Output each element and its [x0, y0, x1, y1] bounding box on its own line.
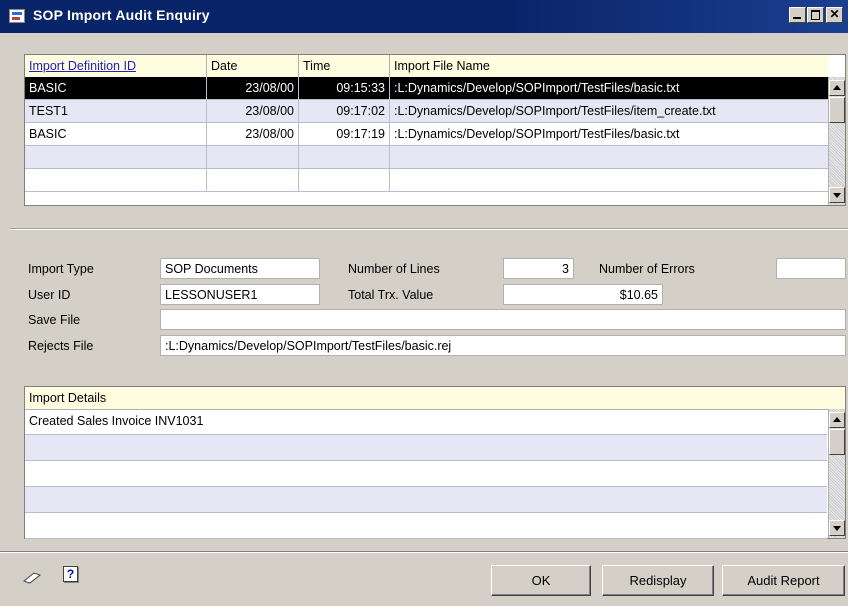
cell-file: :L:Dynamics/Develop/SOPImport/TestFiles/… — [394, 81, 680, 95]
number-of-errors-label: Number of Errors — [599, 262, 695, 276]
table-row[interactable]: TEST1 23/08/00 09:17:02 :L:Dynamics/Develop… — [25, 100, 829, 123]
table-row[interactable] — [25, 146, 829, 169]
ok-button[interactable]: OK — [491, 565, 591, 596]
user-id-label: User ID — [28, 288, 71, 302]
section-divider — [10, 228, 848, 230]
cell-id: BASIC — [25, 77, 207, 99]
list-item[interactable]: Created Sales Invoice INV1031 — [25, 409, 827, 435]
table-row[interactable] — [25, 169, 829, 192]
import-details-scrollbar[interactable] — [828, 409, 845, 538]
details-scroll-thumb[interactable] — [829, 429, 845, 455]
number-of-errors-field — [776, 258, 846, 279]
window-app-icon — [9, 9, 25, 23]
import-type-field: SOP Documents — [160, 258, 320, 279]
import-type-label: Import Type — [28, 262, 94, 276]
title-bar[interactable]: SOP Import Audit Enquiry ✕ — [0, 0, 848, 33]
import-details-header: Import Details — [25, 387, 845, 410]
cell-date: 23/08/00 — [207, 123, 299, 145]
cell-id: TEST1 — [25, 100, 207, 122]
footer-bar: ? — [0, 551, 848, 606]
audit-list-grid: Import Definition ID Date Time Import Fi… — [24, 54, 846, 206]
audit-grid-header: Import Definition ID Date Time Import Fi… — [25, 55, 829, 78]
cell-time — [299, 146, 390, 168]
import-details-header-label: Import Details — [29, 391, 107, 405]
minimize-button[interactable] — [789, 7, 806, 23]
cell-id — [25, 146, 207, 168]
scroll-down-button[interactable] — [829, 187, 845, 203]
cell-id — [25, 169, 207, 191]
rejects-file-field: :L:Dynamics/Develop/SOPImport/TestFiles/… — [160, 335, 846, 356]
window-title: SOP Import Audit Enquiry — [33, 7, 210, 23]
table-row[interactable]: BASIC 23/08/00 09:15:33 :L:Dynamics/Develop… — [25, 77, 829, 100]
list-item[interactable] — [25, 461, 827, 487]
column-header-import-definition-id[interactable]: Import Definition ID — [25, 55, 207, 77]
cell-date: 23/08/00 — [207, 77, 299, 99]
cell-time: 09:17:19 — [299, 123, 390, 145]
footer-divider — [0, 551, 848, 552]
cell-time: 09:15:33 — [299, 77, 390, 99]
total-trx-value-label: Total Trx. Value — [348, 288, 434, 302]
cell-time — [299, 169, 390, 191]
save-file-field — [160, 309, 846, 330]
cell-time: 09:17:02 — [299, 100, 390, 122]
scroll-thumb[interactable] — [829, 97, 845, 123]
number-of-lines-label: Number of Lines — [348, 262, 440, 276]
cell-file: :L:Dynamics/Develop/SOPImport/TestFiles/… — [394, 127, 680, 141]
cell-date: 23/08/00 — [207, 100, 299, 122]
save-file-label: Save File — [28, 313, 81, 327]
import-details-grid: Import Details Created Sales Invoice INV… — [24, 386, 846, 539]
list-item[interactable] — [25, 487, 827, 513]
details-scroll-down-button[interactable] — [829, 520, 845, 536]
cell-file: :L:Dynamics/Develop/SOPImport/TestFiles/… — [394, 104, 716, 118]
cell-file — [390, 146, 829, 168]
list-item[interactable] — [25, 513, 827, 539]
cell-file — [390, 169, 829, 191]
user-id-field: LESSONUSER1 — [160, 284, 320, 305]
scroll-up-button[interactable] — [829, 80, 845, 96]
note-icon[interactable] — [22, 571, 42, 585]
rejects-file-label: Rejects File — [28, 339, 94, 353]
close-button[interactable]: ✕ — [826, 7, 843, 23]
number-of-lines-field: 3 — [503, 258, 574, 279]
import-detail-text — [25, 487, 827, 512]
list-item[interactable] — [25, 435, 827, 461]
import-detail-text — [25, 513, 827, 538]
total-trx-value-field: $10.65 — [503, 284, 663, 305]
redisplay-button[interactable]: Redisplay — [602, 565, 714, 596]
column-header-import-file-name: Import File Name — [394, 59, 490, 73]
import-detail-text — [25, 461, 827, 486]
cell-id: BASIC — [25, 123, 207, 145]
import-detail-text — [25, 435, 827, 460]
table-row[interactable]: BASIC 23/08/00 09:17:19 :L:Dynamics/Develop… — [25, 123, 829, 146]
column-header-date: Date — [207, 55, 299, 77]
maximize-button[interactable] — [807, 7, 824, 23]
audit-grid-scrollbar[interactable] — [828, 77, 845, 205]
cell-date — [207, 169, 299, 191]
cell-date — [207, 146, 299, 168]
help-icon[interactable]: ? — [63, 566, 78, 582]
audit-report-button[interactable]: Audit Report — [722, 565, 845, 596]
import-detail-text: Created Sales Invoice INV1031 — [29, 414, 204, 428]
column-header-time: Time — [299, 55, 390, 77]
details-scroll-up-button[interactable] — [829, 412, 845, 428]
